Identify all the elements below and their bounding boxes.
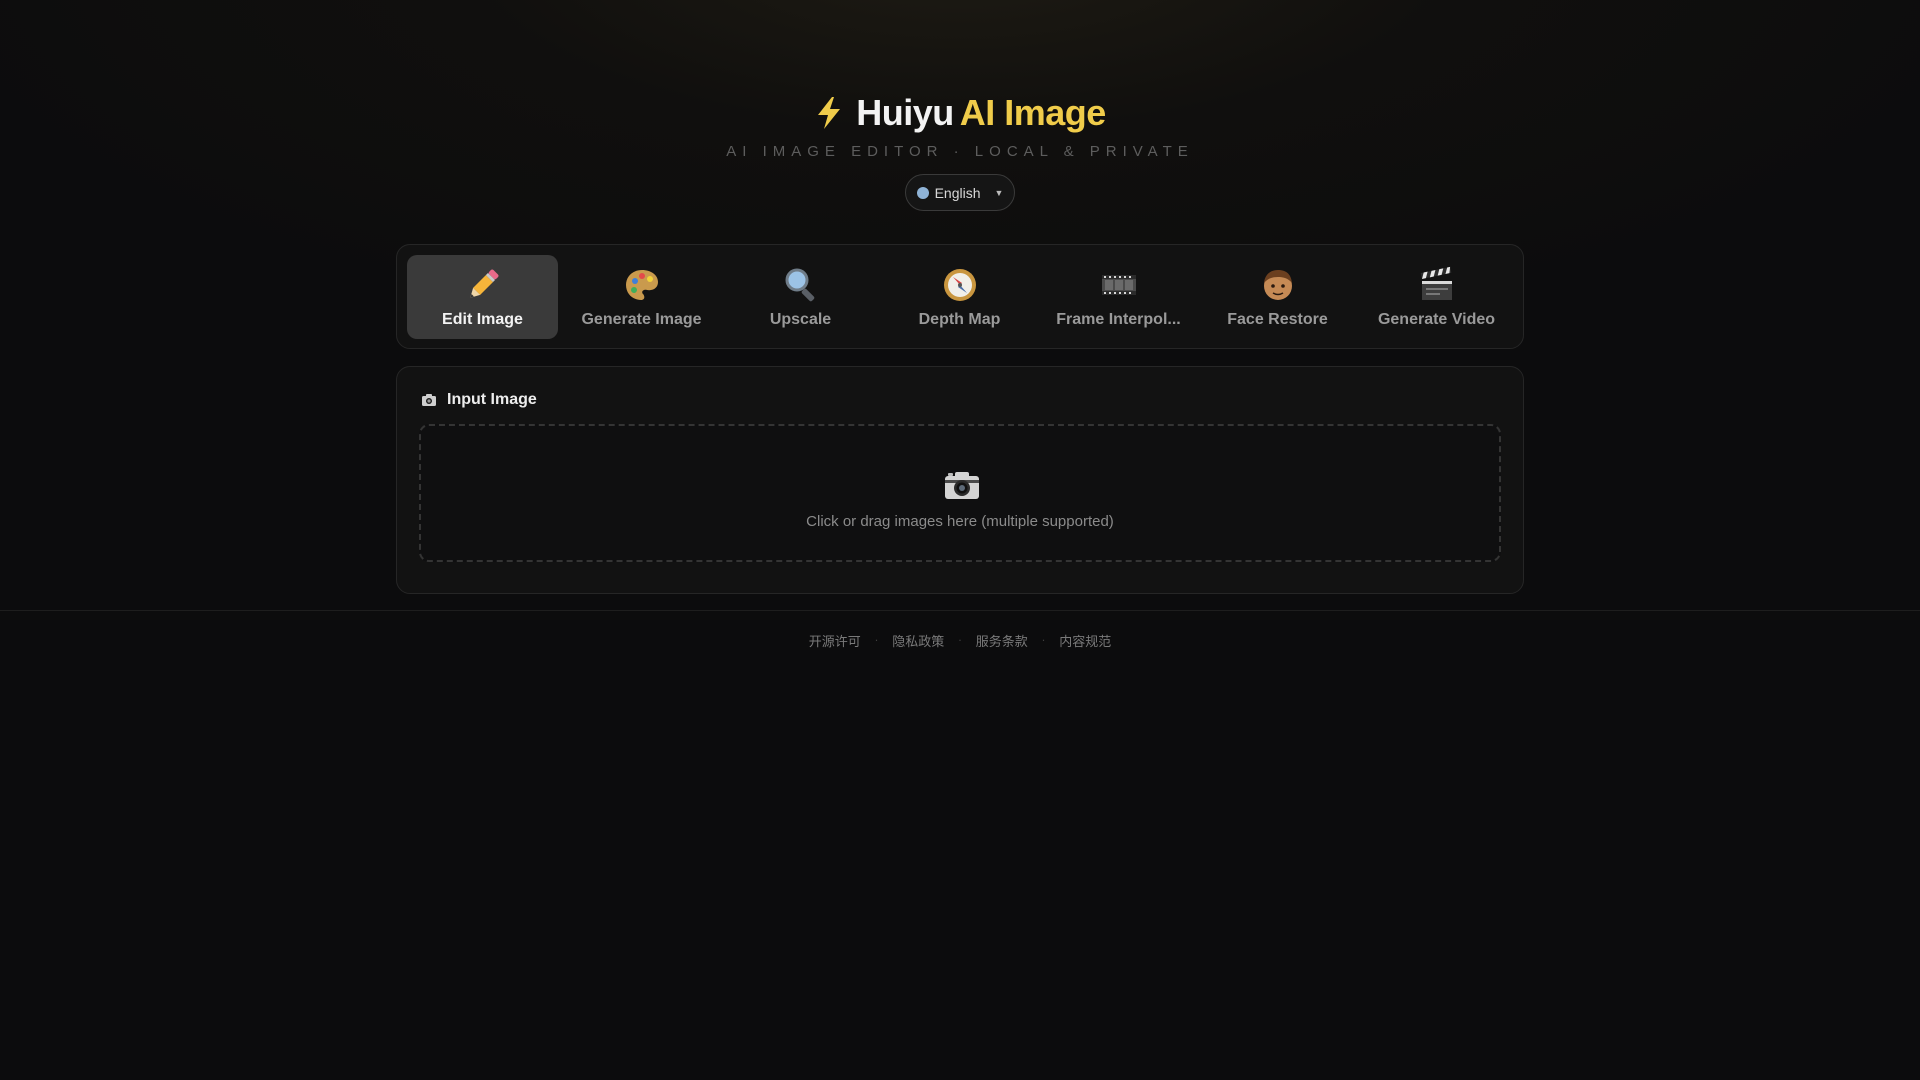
magnifier-icon (785, 268, 814, 301)
footer-link-terms[interactable]: 服务条款 (976, 631, 1028, 650)
tab-label: Frame Interpol... (1056, 310, 1181, 328)
tab-label: Depth Map (918, 310, 1001, 328)
face-icon (1263, 269, 1292, 300)
footer-separator: · (874, 634, 879, 647)
globe-dot-icon (916, 186, 929, 199)
tab-label: Generate Video (1377, 310, 1496, 328)
footer-links: 开源许可 · 隐私政策 · 服务条款 · 内容规范 (0, 631, 1920, 650)
tool-tabs: Edit Image Generate Image Upscale Depth … (396, 244, 1524, 349)
footer-link-content-policy[interactable]: 内容规范 (1059, 631, 1111, 650)
footer-separator: · (958, 634, 962, 647)
palette-icon (625, 269, 658, 300)
caret-down-icon: ▼ (994, 187, 1004, 198)
language-selected-label: English (934, 184, 981, 201)
image-dropzone[interactable]: Click or drag images here (multiple supp… (419, 424, 1501, 562)
tab-generate-video[interactable]: Generate Video (1361, 255, 1512, 339)
tab-face-restore[interactable]: Face Restore (1202, 255, 1353, 339)
footer-separator: · (1041, 634, 1046, 647)
app-subtitle: AI IMAGE EDITOR · LOCAL & PRIVATE (726, 143, 1194, 160)
tab-label: Face Restore (1227, 310, 1328, 328)
camera-icon (422, 394, 436, 406)
tab-label: Generate Image (581, 310, 702, 328)
clapperboard-icon (1420, 266, 1452, 300)
language-selector[interactable]: English ▼ (905, 174, 1015, 211)
app-title: Huiyu AI Image (0, 92, 1920, 134)
input-image-heading: Input Image (421, 391, 537, 409)
app-title-accent: AI Image (959, 92, 1107, 133)
tab-generate-image[interactable]: Generate Image (566, 255, 717, 339)
tab-frame-interpolation[interactable]: Frame Interpol... (1043, 255, 1194, 339)
camera-icon (945, 472, 979, 499)
dropzone-hint: Click or drag images here (multiple supp… (806, 513, 1114, 530)
footer-link-privacy[interactable]: 隐私政策 (892, 631, 944, 650)
lightning-bolt-icon (818, 97, 841, 129)
footer-link-license[interactable]: 开源许可 (809, 631, 861, 650)
tab-label: Edit Image (442, 310, 523, 328)
film-strip-icon (1101, 274, 1136, 295)
compass-icon (943, 268, 976, 301)
input-image-title: Input Image (447, 391, 537, 408)
app-title-main: Huiyu (856, 92, 954, 133)
tab-label: Upscale (769, 310, 832, 328)
pencil-icon (469, 269, 498, 298)
input-image-panel: Input Image Click or drag images here (m… (396, 366, 1524, 594)
tab-edit-image[interactable]: Edit Image (407, 254, 558, 339)
footer-divider (0, 610, 1920, 611)
tab-depth-map[interactable]: Depth Map (884, 255, 1035, 339)
tab-upscale[interactable]: Upscale (725, 255, 876, 339)
